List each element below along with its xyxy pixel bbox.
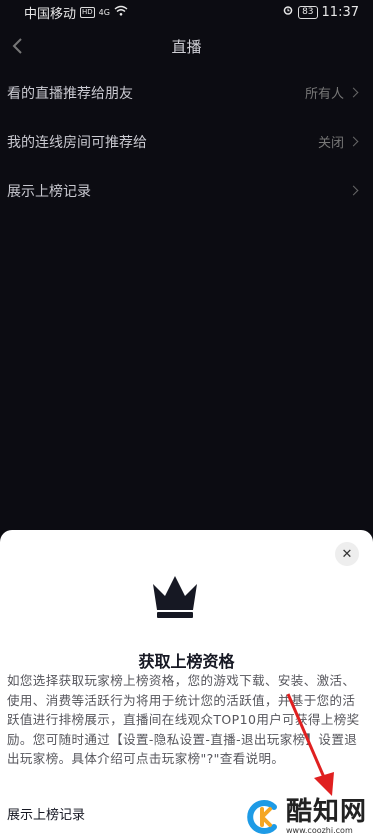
battery-indicator: 83 bbox=[298, 5, 318, 19]
watermark-text-group: 酷知网 www.coozhi.com bbox=[286, 798, 367, 835]
chevron-left-icon bbox=[12, 38, 22, 54]
sheet-title: 获取上榜资格 bbox=[138, 652, 235, 671]
hd-badge: HD bbox=[80, 6, 95, 18]
status-bar: 中国移动 HD 4G 83 11:37 bbox=[0, 0, 373, 24]
nav-bar: 直播 bbox=[0, 26, 373, 66]
status-left: 中国移动 HD 4G bbox=[24, 3, 128, 22]
chevron-right-icon bbox=[348, 185, 359, 196]
setting-row-show-ranking[interactable]: 展示上榜记录 bbox=[0, 166, 373, 215]
network-type: 4G bbox=[98, 7, 110, 17]
setting-right: 所有人 bbox=[304, 83, 359, 102]
clock: 11:37 bbox=[321, 4, 359, 20]
page-title: 直播 bbox=[171, 37, 202, 56]
watermark: 酷知网 www.coozhi.com bbox=[244, 798, 367, 835]
back-button[interactable] bbox=[2, 31, 32, 61]
chevron-right-icon bbox=[348, 136, 359, 147]
alarm-icon bbox=[282, 4, 294, 20]
setting-value: 所有人 bbox=[304, 87, 344, 102]
setting-value: 关闭 bbox=[317, 136, 344, 151]
crown-icon bbox=[153, 576, 197, 618]
annotation-arrow-icon bbox=[286, 693, 334, 796]
wifi-icon bbox=[114, 5, 128, 20]
close-button[interactable]: ✕ bbox=[335, 542, 359, 566]
setting-row-linked-room[interactable]: 我的连线房间可推荐给 关闭 bbox=[0, 117, 373, 166]
close-icon: ✕ bbox=[341, 546, 353, 562]
setting-label: 展示上榜记录 bbox=[7, 183, 91, 200]
row-label: 展示上榜记录 bbox=[7, 807, 86, 823]
watermark-url: www.coozhi.com bbox=[285, 826, 353, 835]
settings-list: 看的直播推荐给朋友 所有人 我的连线房间可推荐给 关闭 展示上榜记录 bbox=[0, 68, 373, 215]
setting-label: 我的连线房间可推荐给 bbox=[7, 134, 147, 151]
carrier-label: 中国移动 bbox=[24, 6, 77, 22]
setting-row-recommend-friends[interactable]: 看的直播推荐给朋友 所有人 bbox=[0, 68, 373, 117]
setting-right bbox=[348, 185, 359, 196]
status-right: 83 11:37 bbox=[282, 4, 359, 20]
chevron-right-icon bbox=[348, 87, 359, 98]
site-logo-icon bbox=[247, 799, 277, 834]
setting-label: 看的直播推荐给朋友 bbox=[7, 85, 133, 102]
watermark-text: 酷知网 bbox=[285, 797, 367, 827]
setting-right: 关闭 bbox=[317, 132, 359, 151]
